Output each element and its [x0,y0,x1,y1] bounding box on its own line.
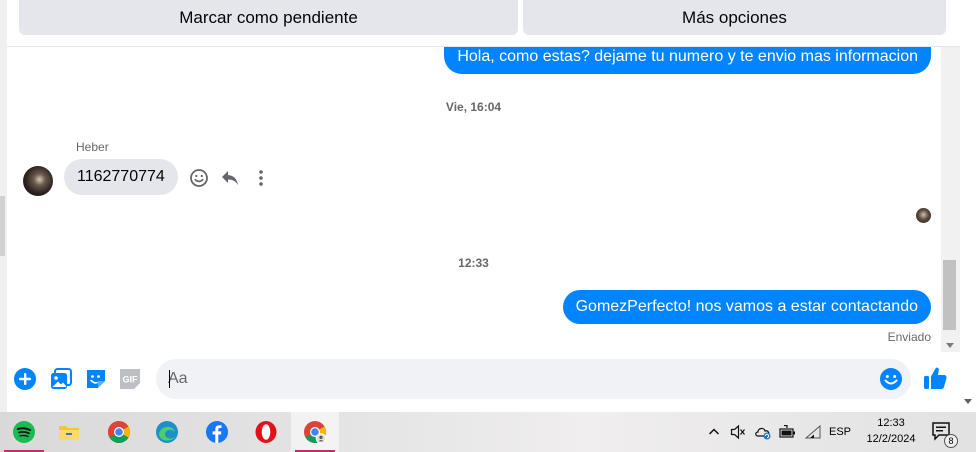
message-input-container[interactable] [156,359,911,399]
emoji-picker-icon[interactable] [879,367,903,391]
conversation-actions-bar: Marcar como pendiente Más opciones [7,0,960,47]
clock-date: 12/2/2024 [866,433,916,445]
opera-icon [255,421,277,443]
scrollbar-thumb[interactable] [943,260,956,330]
message-status: Enviado [887,330,931,344]
battery-icon[interactable] [777,412,799,452]
gif-icon[interactable]: GIF [118,367,142,391]
spotify-icon [13,421,35,443]
svg-text:GIF: GIF [123,375,139,385]
wifi-icon[interactable] [802,412,824,452]
sender-avatar[interactable] [23,166,53,196]
more-actions-icon[interactable] [250,167,272,189]
show-hidden-icons-chevron-icon[interactable] [705,412,723,452]
page-scrollbar[interactable] [960,0,976,412]
windows-taskbar: ESP 12:33 12/2/2024 8 [0,412,976,452]
more-options-button[interactable]: Más opciones [523,0,946,35]
outgoing-message[interactable]: Hola, como estas? dejame tu numero y te … [444,47,931,74]
react-emoji-icon[interactable] [188,167,210,189]
taskbar-app-edge[interactable] [143,412,191,452]
chrome-profile-icon [304,421,327,444]
page-scroll-down-icon[interactable] [964,399,972,404]
taskbar-app-opera[interactable] [242,412,290,452]
taskbar-app-file-explorer[interactable] [45,412,93,452]
thumbs-up-icon[interactable] [922,365,948,391]
taskbar-app-chrome[interactable] [95,412,143,452]
input-language-indicator[interactable]: ESP [829,412,851,452]
message-timestamp: 12:33 [458,256,489,270]
notification-center-icon[interactable]: 8 [930,420,958,448]
file-explorer-icon [59,426,79,440]
chrome-icon [108,421,130,443]
taskbar-app-chrome-profile[interactable] [291,412,339,452]
incoming-message[interactable]: 1162770774 [64,159,178,195]
taskbar-app-facebook[interactable] [193,412,241,452]
seen-avatar [916,208,931,223]
mark-pending-button[interactable]: Marcar como pendiente [19,0,518,35]
outgoing-message[interactable]: GomezPerfecto! nos vamos a estar contact… [562,290,931,324]
message-timestamp: Vie, 16:04 [445,100,502,114]
taskbar-app-spotify[interactable] [0,412,48,452]
message-list: Hola, como estas? dejame tu numero y te … [7,47,940,352]
text-caret [169,370,170,388]
onedrive-sync-icon[interactable] [752,412,774,452]
edge-icon [156,421,178,443]
facebook-icon [206,421,228,443]
left-scroll-thumb[interactable] [0,196,5,256]
volume-muted-icon[interactable] [728,412,748,452]
message-composer: GIF [7,352,960,407]
message-input[interactable] [168,359,858,399]
sticker-icon[interactable] [84,367,108,391]
reply-icon[interactable] [219,167,241,189]
left-page-strip [0,0,7,412]
message-scrollbar[interactable] [941,47,960,352]
sender-name: Heber [76,140,109,154]
clock-time: 12:33 [877,417,905,429]
add-attachment-icon[interactable] [13,367,37,391]
notification-count-badge: 8 [944,434,958,448]
scroll-down-arrow-icon[interactable] [946,343,954,348]
photo-icon[interactable] [49,367,73,391]
system-clock[interactable]: 12:33 12/2/2024 [858,415,924,447]
